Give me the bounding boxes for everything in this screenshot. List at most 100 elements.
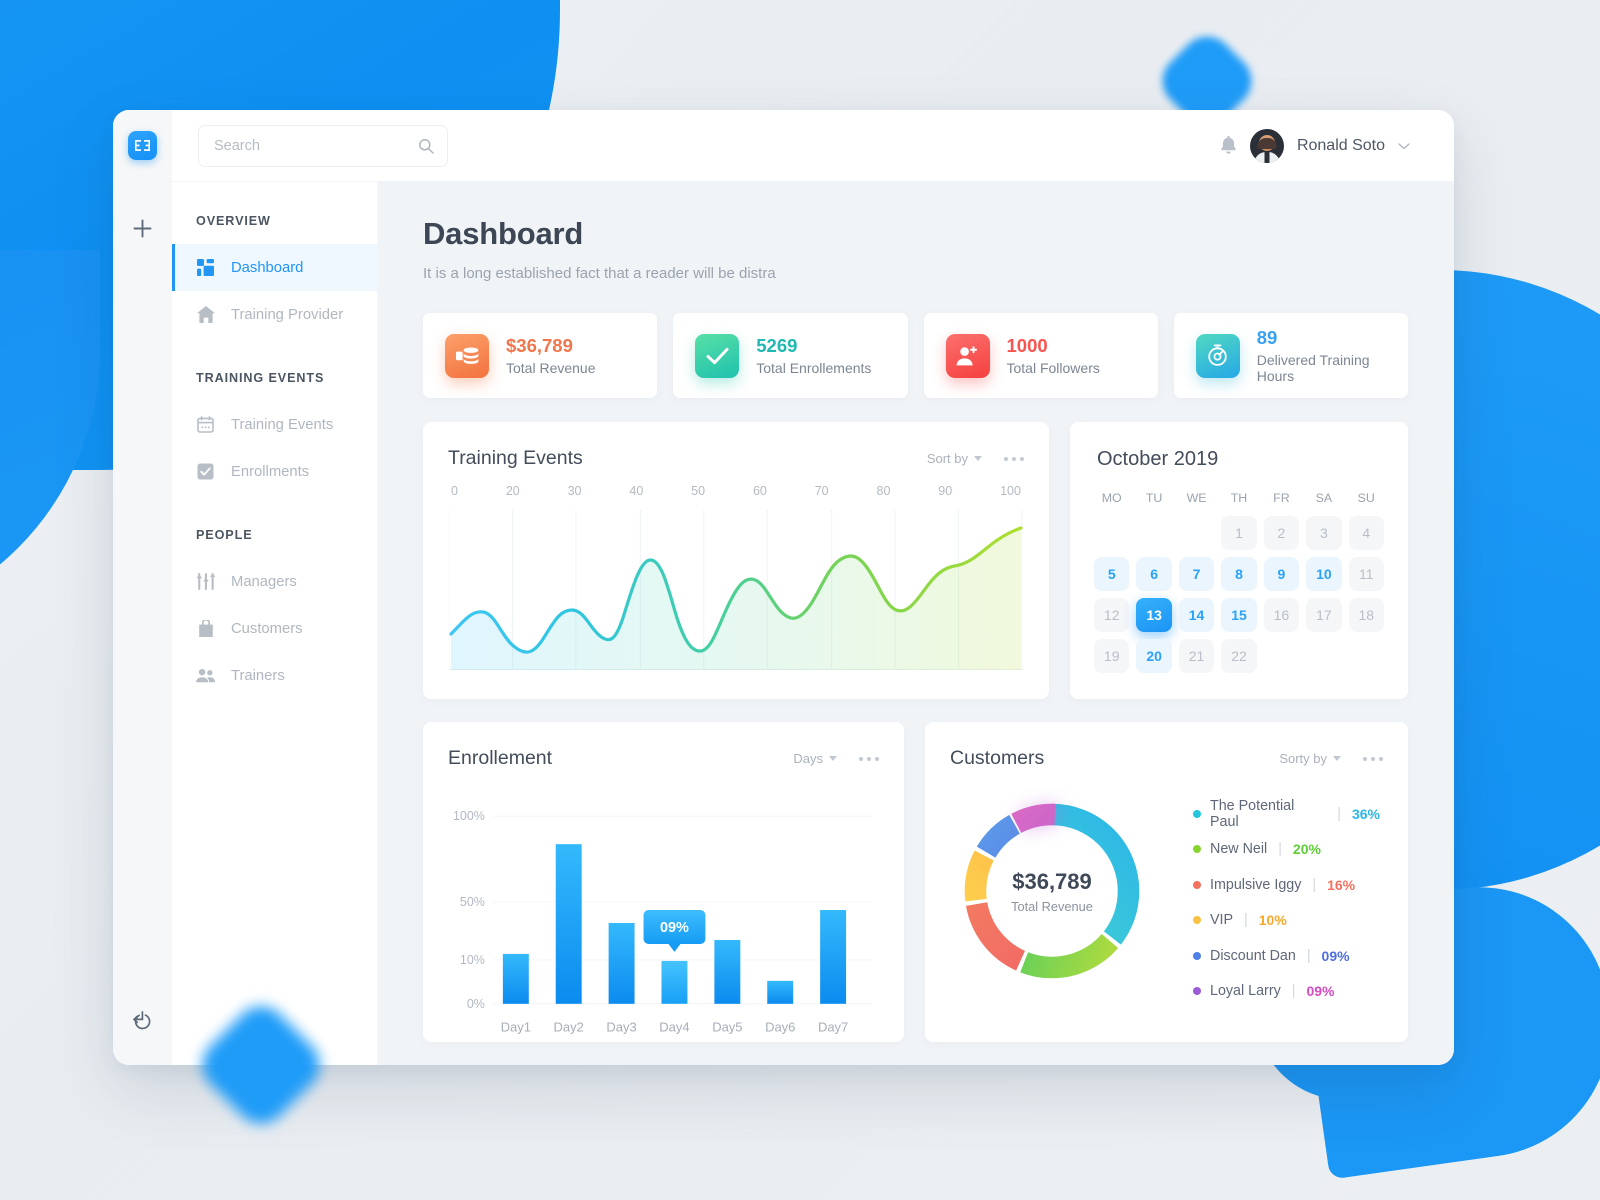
sidebar-item-managers[interactable]: Managers: [172, 558, 377, 605]
logout-icon[interactable]: [132, 1011, 153, 1031]
days-filter-dropdown[interactable]: Days: [793, 751, 837, 766]
customers-legend: The Potential Paul | 36% New Neil | 20%: [1155, 788, 1380, 1009]
legend-label: The Potential Paul: [1210, 797, 1295, 830]
customers-header: Customers Sorty by: [925, 722, 1408, 770]
legend-item[interactable]: Impulsive Iggy | 16%: [1193, 867, 1380, 903]
calendar-dow: FR: [1273, 491, 1290, 505]
legend-value: 10%: [1258, 912, 1287, 929]
row-charts-top: Training Events Sort by 0 20 30 40 50 60…: [423, 422, 1408, 699]
chevron-down-icon: [974, 456, 982, 461]
stat-card-total-followers[interactable]: 1000 Total Followers: [923, 313, 1158, 398]
coins-icon: [445, 333, 489, 378]
app-logo[interactable]: [128, 131, 157, 160]
icon-rail: [113, 182, 172, 1065]
calendar-day[interactable]: 14: [1178, 598, 1215, 632]
stat-card-total-revenue[interactable]: $36,789 Total Revenue: [423, 313, 658, 398]
axis-tick: 10%: [460, 953, 485, 967]
row-charts-bottom: Enrollement Days 100% 50% 10% 0% 09% Day…: [423, 722, 1408, 1042]
legend-color-dot: [1193, 916, 1201, 925]
stat-value: 89: [1256, 326, 1278, 348]
calendar-day[interactable]: 4: [1348, 516, 1384, 550]
chevron-down-icon: [1333, 756, 1341, 761]
calendar-day[interactable]: 7: [1178, 557, 1215, 591]
more-options-icon[interactable]: [1004, 456, 1024, 461]
check-square-icon: [196, 463, 215, 480]
calendar-day[interactable]: 10: [1306, 557, 1342, 591]
stat-value: 5269: [756, 334, 798, 356]
calendar-day[interactable]: 16: [1263, 598, 1300, 632]
more-options-icon[interactable]: [1363, 756, 1383, 761]
legend-color-dot: [1193, 845, 1201, 854]
add-new-button[interactable]: [132, 218, 153, 239]
stat-card-total-enrollements[interactable]: 5269 Total Enrollements: [673, 313, 908, 398]
legend-value: 16%: [1327, 876, 1356, 893]
more-options-icon[interactable]: [859, 756, 879, 761]
panel-tools: Days: [793, 751, 879, 766]
bar: [820, 910, 847, 1004]
calendar-day[interactable]: 9: [1263, 557, 1300, 591]
legend-item[interactable]: Discount Dan | 09%: [1193, 938, 1380, 974]
calendar-day[interactable]: 21: [1178, 639, 1215, 673]
legend-item[interactable]: Loyal Larry | 09%: [1193, 974, 1380, 1010]
sidebar-section-training-events: TRAINING EVENTS: [196, 371, 325, 385]
sort-by-dropdown[interactable]: Sort by: [927, 451, 982, 466]
chevron-down-icon[interactable]: [1398, 142, 1410, 150]
calendar-day[interactable]: 12: [1094, 598, 1130, 632]
calendar-dow: TH: [1230, 491, 1248, 505]
calendar-day[interactable]: 8: [1221, 557, 1257, 591]
calendar-day[interactable]: 5: [1094, 557, 1130, 591]
legend-separator: |: [1244, 912, 1248, 929]
calendar-day-selected[interactable]: 13: [1136, 598, 1172, 632]
calendar-panel: October 2019 MO TU WE TH FR SA SU 1 2 3 …: [1070, 422, 1408, 699]
legend-color-dot: [1193, 951, 1201, 960]
avatar[interactable]: [1249, 128, 1284, 163]
calendar-dow: MO: [1101, 491, 1122, 505]
training-events-chart: 0 20 30 40 50 60 70 80 90 100: [423, 470, 1049, 670]
sidebar-item-trainers[interactable]: Trainers: [172, 652, 377, 699]
calendar-day[interactable]: 1: [1221, 516, 1257, 550]
legend-item[interactable]: The Potential Paul | 36%: [1193, 796, 1380, 832]
calendar-day[interactable]: 3: [1306, 516, 1342, 550]
sidebar-item-training-provider[interactable]: Training Provider: [172, 291, 377, 338]
calendar-day[interactable]: 22: [1221, 639, 1257, 673]
axis-tick: 100: [1000, 484, 1021, 498]
calendar-day[interactable]: 6: [1136, 557, 1172, 591]
sidebar-item-label: Training Provider: [231, 306, 344, 323]
panel-title: Customers: [950, 747, 1045, 769]
sort-by-dropdown[interactable]: Sorty by: [1279, 751, 1341, 766]
page-subtitle: It is a long established fact that a rea…: [423, 265, 776, 282]
sidebar-item-enrollments[interactable]: Enrollments: [172, 448, 377, 495]
legend-separator: |: [1278, 841, 1282, 858]
axis-tick: Day5: [712, 1020, 742, 1035]
calendar-dow: WE: [1186, 491, 1207, 505]
axis-tick: 100%: [453, 809, 485, 823]
calendar-dow: SA: [1315, 491, 1333, 505]
sidebar: OVERVIEW Dashboard Training Provider TRA…: [172, 182, 378, 1065]
notification-bell-icon[interactable]: [1220, 136, 1237, 155]
stat-card-delivered-training-hours[interactable]: 89 Delivered Training Hours: [1173, 313, 1408, 398]
search-icon[interactable]: [418, 138, 434, 154]
calendar-day[interactable]: 20: [1136, 639, 1172, 673]
customers-body: $36,789 Total Revenue The Potential Paul…: [925, 770, 1408, 1009]
sidebar-item-dashboard[interactable]: Dashboard: [172, 244, 377, 291]
sidebar-item-customers[interactable]: Customers: [172, 605, 377, 652]
calendar-day[interactable]: 11: [1348, 557, 1384, 591]
sort-by-label: Sorty by: [1279, 751, 1327, 766]
calendar-day[interactable]: 19: [1094, 639, 1130, 673]
page-title: Dashboard: [423, 216, 584, 251]
sidebar-item-training-events[interactable]: Training Events: [172, 401, 377, 448]
search-input[interactable]: [214, 137, 418, 154]
calendar-day[interactable]: 2: [1263, 516, 1300, 550]
calendar-day[interactable]: 15: [1221, 598, 1257, 632]
bar: [767, 980, 794, 1004]
calendar-day[interactable]: 18: [1348, 598, 1384, 632]
stat-text: $36,789 Total Revenue: [506, 335, 596, 376]
calendar-day[interactable]: 17: [1306, 598, 1342, 632]
sidebar-section-people: PEOPLE: [196, 528, 253, 542]
calendar-dow: TU: [1145, 491, 1163, 505]
legend-item[interactable]: VIP | 10%: [1193, 903, 1380, 939]
search-area: [172, 124, 448, 167]
search-box[interactable]: [198, 124, 448, 167]
bar: [555, 844, 582, 1004]
legend-item[interactable]: New Neil | 20%: [1193, 832, 1380, 868]
